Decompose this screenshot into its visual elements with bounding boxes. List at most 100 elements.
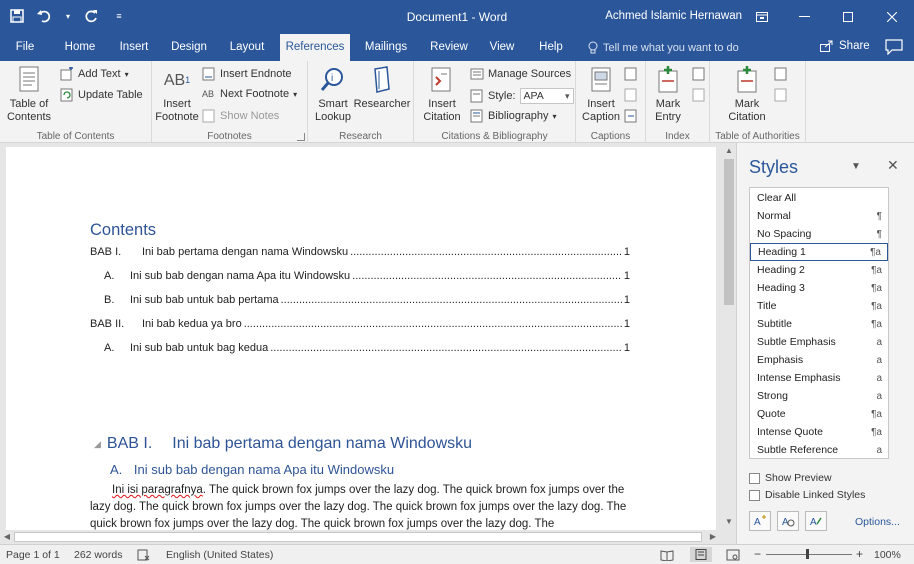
tab-insert[interactable]: Insert (112, 34, 156, 61)
style-dropdown[interactable]: APA (519, 88, 574, 104)
styles-options-link[interactable]: Options... (855, 516, 900, 528)
insert-endnote-button[interactable]: Insert Endnote (202, 67, 292, 81)
undo-dropdown-icon[interactable]: ▾ (64, 7, 72, 25)
style-item-no-spacing[interactable]: No Spacing ¶ (750, 225, 888, 243)
scroll-right-icon[interactable]: ▶ (706, 530, 720, 544)
user-name[interactable]: Achmed Islamic Hernawan (605, 10, 742, 22)
scroll-down-icon[interactable]: ▼ (722, 516, 736, 528)
insert-table-of-authorities-icon[interactable] (774, 67, 788, 81)
close-icon[interactable] (870, 0, 914, 34)
add-text-button[interactable]: Add Text ▾ (60, 67, 129, 81)
save-icon[interactable] (8, 7, 26, 25)
horizontal-scrollbar[interactable]: ◀ ▶ (0, 530, 736, 544)
heading-2[interactable]: A. Ini sub bab dengan nama Apa itu Windo… (110, 462, 394, 477)
vertical-scroll-thumb[interactable] (724, 159, 734, 305)
tab-layout[interactable]: Layout (222, 34, 272, 61)
insert-footnote-button[interactable]: AB 1 Insert Footnote (154, 65, 200, 124)
proofing-icon[interactable] (137, 549, 151, 564)
disable-linked-styles-box[interactable] (749, 489, 760, 501)
style-item-intense-emphasis[interactable]: Intense Emphasis a (750, 369, 888, 387)
next-footnote-button[interactable]: AB Next Footnote ▾ (202, 88, 297, 100)
new-style-icon[interactable]: A (749, 511, 771, 531)
insert-table-of-figures-icon[interactable] (624, 67, 638, 81)
zoom-out-icon[interactable]: − (754, 547, 761, 561)
show-notes-button[interactable]: Show Notes (202, 109, 279, 123)
undo-icon[interactable] (36, 7, 54, 25)
style-item-title[interactable]: Title ¶a (750, 297, 888, 315)
style-item-heading-3[interactable]: Heading 3 ¶a (750, 279, 888, 297)
style-item-intense-quote[interactable]: Intense Quote ¶a (750, 423, 888, 441)
tab-view[interactable]: View (482, 34, 522, 61)
customize-qat-icon[interactable]: ≡ (110, 7, 128, 25)
update-table-of-authorities-icon[interactable] (774, 88, 788, 102)
style-item-emphasis[interactable]: Emphasis a (750, 351, 888, 369)
update-table-of-figures-icon[interactable] (624, 88, 638, 102)
manage-styles-icon[interactable]: A (805, 511, 827, 531)
scroll-left-icon[interactable]: ◀ (0, 530, 14, 544)
style-item-subtle-emphasis[interactable]: Subtle Emphasis a (750, 333, 888, 351)
cross-reference-icon[interactable] (624, 109, 638, 123)
web-layout-icon[interactable] (726, 549, 740, 564)
tab-references[interactable]: References (280, 34, 350, 61)
zoom-slider-thumb[interactable] (806, 549, 809, 559)
mark-citation-button[interactable]: Mark Citation (724, 65, 770, 124)
zoom-level[interactable]: 100% (874, 549, 901, 561)
style-item-clear-all[interactable]: Clear All (750, 189, 888, 207)
style-item-strong[interactable]: Strong a (750, 387, 888, 405)
scroll-up-icon[interactable]: ▲ (722, 145, 736, 157)
style-item-subtle-reference[interactable]: Subtle Reference a (750, 441, 888, 459)
tab-mailings[interactable]: Mailings (358, 34, 414, 61)
zoom-in-icon[interactable]: + (856, 547, 863, 561)
insert-citation-button[interactable]: Insert Citation (418, 65, 466, 124)
style-item-heading-1[interactable]: Heading 1 ¶a (750, 243, 888, 261)
show-preview-checkbox[interactable]: Show Preview (749, 472, 832, 484)
style-item-normal[interactable]: Normal ¶ (750, 207, 888, 225)
redo-icon[interactable] (82, 7, 100, 25)
insert-index-icon[interactable] (692, 67, 706, 81)
pane-options-chevron-icon[interactable]: ▼ (851, 161, 861, 172)
maximize-icon[interactable] (826, 0, 870, 34)
tab-file[interactable]: File (8, 34, 42, 61)
toc-entry[interactable]: BAB II. Ini bab kedua ya bro ...........… (90, 318, 630, 334)
document-page[interactable]: Contents BAB I. Ini bab pertama dengan n… (6, 147, 716, 530)
print-layout-icon[interactable] (690, 547, 712, 562)
disable-linked-styles-checkbox[interactable]: Disable Linked Styles (749, 489, 865, 501)
style-item-subtitle[interactable]: Subtitle ¶a (750, 315, 888, 333)
tab-home[interactable]: Home (56, 34, 104, 61)
word-count[interactable]: 262 words (74, 549, 122, 561)
ribbon-display-options-icon[interactable] (742, 0, 782, 34)
footnotes-dialog-launcher-icon[interactable] (297, 133, 305, 141)
toc-entry[interactable]: B. Ini sub bab untuk bab pertama .......… (90, 294, 630, 310)
tab-design[interactable]: Design (164, 34, 214, 61)
insert-caption-button[interactable]: Insert Caption (580, 65, 622, 124)
language[interactable]: English (United States) (166, 549, 273, 561)
style-selector[interactable]: Style: APA (470, 88, 574, 104)
heading-1[interactable]: ◢ BAB I. Ini bab pertama dengan nama Win… (94, 435, 472, 453)
manage-sources-button[interactable]: Manage Sources (470, 67, 571, 81)
researcher-button[interactable]: Researcher (354, 65, 410, 111)
tab-help[interactable]: Help (532, 34, 570, 61)
page-count[interactable]: Page 1 of 1 (6, 549, 60, 561)
body-paragraph[interactable]: Ini isi paragrafnya. The quick brown fox… (90, 482, 630, 533)
toc-entry[interactable]: BAB I. Ini bab pertama dengan nama Windo… (90, 246, 630, 262)
style-item-heading-2[interactable]: Heading 2 ¶a (750, 261, 888, 279)
update-index-icon[interactable] (692, 88, 706, 102)
tell-me-box[interactable]: Tell me what you want to do (588, 41, 739, 54)
zoom-slider[interactable] (766, 554, 852, 555)
read-mode-icon[interactable] (660, 549, 674, 564)
tab-review[interactable]: Review (424, 34, 474, 61)
close-pane-icon[interactable]: ✕ (887, 157, 899, 174)
smart-lookup-button[interactable]: i Smart Lookup (314, 65, 352, 124)
comments-icon[interactable] (885, 39, 905, 56)
bibliography-button[interactable]: Bibliography ▾ (470, 109, 557, 123)
minimize-icon[interactable] (782, 0, 826, 34)
mark-entry-button[interactable]: Mark Entry (648, 65, 688, 124)
style-item-quote[interactable]: Quote ¶a (750, 405, 888, 423)
horizontal-scroll-thumb[interactable] (14, 532, 702, 542)
vertical-scrollbar[interactable]: ▲ ▼ (722, 143, 736, 530)
share-button[interactable]: Share (820, 40, 870, 52)
toc-entry[interactable]: A. Ini sub bab untuk bag kedua .........… (90, 342, 630, 358)
style-inspector-icon[interactable]: A (777, 511, 799, 531)
collapse-heading-icon[interactable]: ◢ (94, 439, 101, 450)
update-table-button[interactable]: Update Table (60, 88, 143, 102)
